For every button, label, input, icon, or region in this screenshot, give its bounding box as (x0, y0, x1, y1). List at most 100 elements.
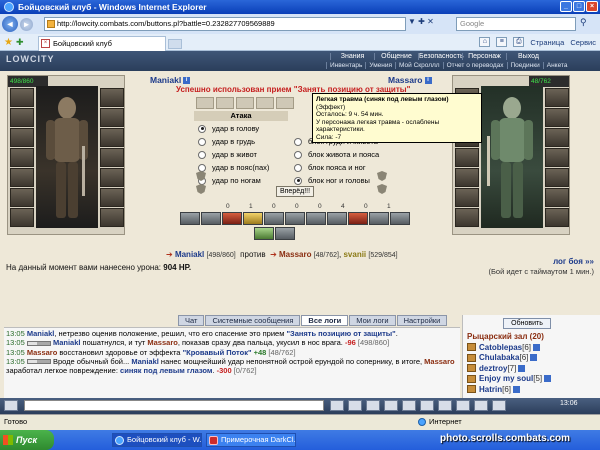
skill-button[interactable] (243, 212, 263, 225)
chat-fragment[interactable]: Massaro (424, 357, 454, 366)
submenu-fights[interactable]: Поединки (506, 62, 543, 69)
taskbar-opera-button[interactable]: Примерочная DarkCl... (206, 433, 296, 447)
skill-button[interactable] (180, 212, 200, 225)
chat-fragment[interactable]: Maniakl (27, 329, 55, 338)
fight-log-link[interactable]: лог боя »» (553, 257, 594, 266)
right-character-portrait[interactable] (481, 86, 543, 228)
smile-icon[interactable] (348, 400, 362, 411)
tab-system[interactable]: Системные сообщения (205, 315, 301, 326)
user-list-item[interactable]: Enjoy my soul [5] (467, 374, 597, 385)
participant-3[interactable]: svanii (343, 250, 366, 259)
equip-slot[interactable] (100, 148, 124, 167)
info-icon[interactable]: i (424, 77, 432, 85)
close-button[interactable]: × (586, 1, 598, 12)
radio-button[interactable] (294, 176, 302, 185)
search-icon[interactable]: ⚲ (580, 17, 587, 28)
taskbar-ie-button[interactable]: Бойцовский клуб - W... (112, 433, 202, 447)
user-name[interactable]: Catoblepas (479, 343, 522, 352)
skill-button[interactable] (369, 212, 389, 225)
tab-all-logs[interactable]: Все логи (301, 315, 349, 326)
menu-communication[interactable]: Общение (374, 53, 418, 60)
user-name[interactable]: Chulabaka (479, 353, 519, 362)
start-button[interactable]: Пуск (0, 430, 54, 450)
minimize-button[interactable]: _ (560, 1, 572, 12)
equip-slot[interactable] (100, 88, 124, 107)
tab-settings[interactable]: Настройки (396, 315, 448, 326)
refresh-button[interactable]: Обновить (503, 318, 551, 329)
tab-my-logs[interactable]: Мои логи (349, 315, 396, 326)
user-name[interactable]: Hatrin (479, 385, 502, 394)
equip-slot[interactable] (10, 88, 34, 107)
equip-slot[interactable] (545, 108, 569, 127)
equip-slot[interactable] (455, 188, 479, 207)
help-icon[interactable] (492, 400, 506, 411)
submenu-scroll[interactable]: Мой Скроллл (395, 62, 443, 69)
info-icon[interactable] (544, 375, 552, 383)
chat-fragment[interactable]: Massaro (27, 348, 57, 357)
equip-slot[interactable] (455, 208, 479, 227)
effect-slot[interactable] (276, 97, 294, 109)
search-input[interactable]: Google (456, 17, 576, 31)
refresh-stop-controls[interactable]: ▼ ✚ ✕ (408, 17, 434, 26)
radio-button[interactable] (294, 163, 302, 172)
send-icon[interactable] (330, 400, 344, 411)
skill-button[interactable] (327, 212, 347, 225)
tab-close-icon[interactable]: × (41, 39, 50, 48)
equip-slot[interactable] (545, 128, 569, 147)
radio-button[interactable] (198, 124, 206, 133)
menu-exit[interactable]: Выход (506, 53, 550, 60)
effect-slot[interactable] (216, 97, 234, 109)
defense-option[interactable]: блок пояса и ног (294, 163, 366, 172)
submenu-inventory[interactable]: Инвентарь (326, 62, 365, 69)
skill-button[interactable] (264, 212, 284, 225)
equip-slot[interactable] (10, 188, 34, 207)
translit-icon[interactable] (420, 400, 434, 411)
defense-option[interactable]: блок живота и пояса (294, 150, 379, 159)
equip-slot[interactable] (100, 108, 124, 127)
equip-slot[interactable] (10, 208, 34, 227)
options-icon[interactable] (456, 400, 470, 411)
equip-slot[interactable] (10, 108, 34, 127)
participant-2[interactable]: Massaro (279, 250, 311, 259)
skill-button[interactable] (348, 212, 368, 225)
effect-slot[interactable] (196, 97, 214, 109)
chat-mode-icon[interactable] (4, 400, 18, 411)
attack-option[interactable]: удар в пояс(пах) (198, 163, 269, 172)
home-icon[interactable]: ⌂ (479, 37, 491, 47)
radio-button[interactable] (294, 150, 302, 159)
info-icon[interactable] (513, 385, 521, 393)
feeds-icon[interactable]: ≡ (496, 37, 508, 47)
equip-slot[interactable] (100, 188, 124, 207)
menu-character[interactable]: Персонаж (462, 53, 506, 60)
exit-chat-icon[interactable] (474, 400, 488, 411)
right-player-name[interactable]: Massaro i (388, 75, 432, 85)
skill-button[interactable] (254, 227, 274, 240)
address-bar[interactable]: http://lowcity.combats.com/buttons.pl?ba… (44, 17, 406, 31)
attack-option[interactable]: удар по ногам (198, 176, 261, 185)
defense-option[interactable]: блок ног и головы (294, 176, 370, 185)
left-character-portrait[interactable] (36, 86, 98, 228)
equip-slot[interactable] (100, 128, 124, 147)
participant-1[interactable]: Maniakl (175, 250, 204, 259)
print-icon[interactable]: ⎙ (513, 37, 525, 47)
chat-fragment[interactable]: Maniakl (131, 357, 159, 366)
browser-tab[interactable]: × Бойцовский клуб (38, 36, 166, 51)
page-menu[interactable]: Страница (530, 38, 564, 47)
submenu-transfers[interactable]: Отчет о переводах (442, 62, 507, 69)
user-list-item[interactable]: Chulabaka [6] (467, 353, 597, 364)
skill-button[interactable] (275, 227, 295, 240)
effect-slot[interactable] (236, 97, 254, 109)
submenu-skills[interactable]: Умения (365, 62, 395, 69)
tab-chat[interactable]: Чат (178, 315, 205, 326)
user-name[interactable]: Enjoy my soul (479, 374, 533, 383)
equip-slot[interactable] (10, 148, 34, 167)
menu-security[interactable]: Безопасность (418, 53, 464, 60)
info-icon[interactable] (518, 364, 526, 372)
add-favorites-icon[interactable]: ✚ (16, 37, 24, 48)
skill-button[interactable] (390, 212, 410, 225)
radio-button[interactable] (198, 150, 206, 159)
maximize-button[interactable]: □ (573, 1, 585, 12)
equip-slot[interactable] (455, 168, 479, 187)
filter-icon[interactable] (384, 400, 398, 411)
equip-slot[interactable] (455, 148, 479, 167)
